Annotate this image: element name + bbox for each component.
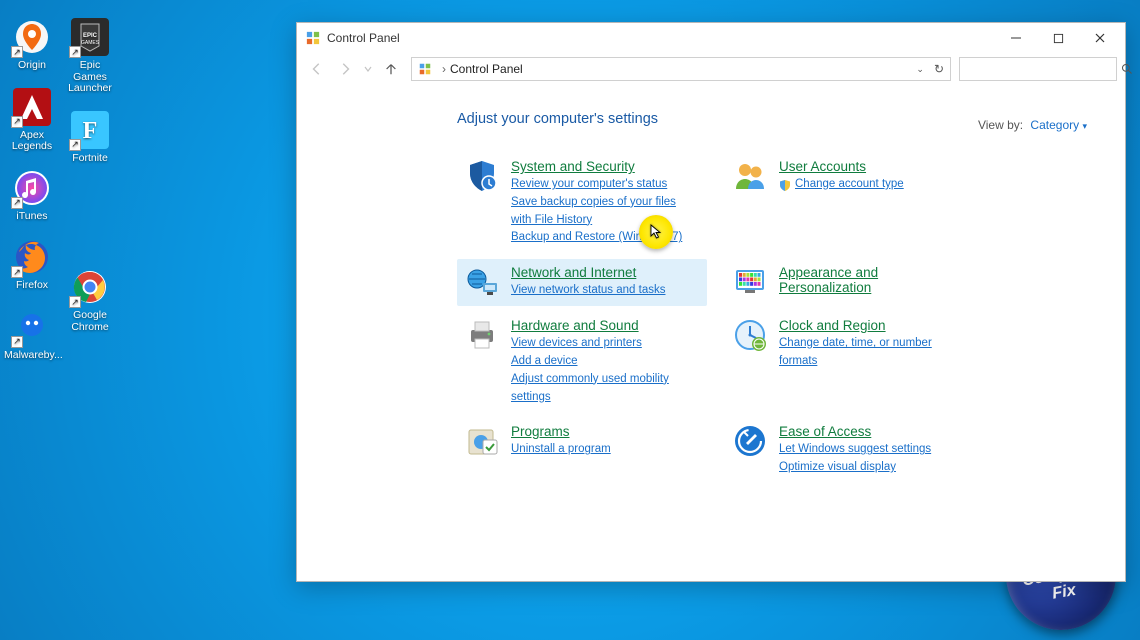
address-text: Control Panel xyxy=(450,62,523,76)
category-link[interactable]: Optimize visual display xyxy=(779,459,931,477)
svg-text:F: F xyxy=(83,118,98,144)
titlebar: Control Panel xyxy=(297,23,1125,53)
desktop-icon-label: Origin xyxy=(18,60,46,72)
category-title[interactable]: User Accounts xyxy=(779,159,904,174)
shortcut-arrow-icon: ↗ xyxy=(69,296,81,308)
desktop-icon-mbam[interactable]: ↗ Malwareby... xyxy=(4,308,60,362)
category-title[interactable]: Appearance and Personalization xyxy=(779,265,967,295)
window-title: Control Panel xyxy=(327,31,400,45)
shortcut-arrow-icon: ↗ xyxy=(11,336,23,348)
category-link[interactable]: Adjust commonly used mobility settings xyxy=(511,371,699,407)
category-users[interactable]: User Accounts Change account type xyxy=(725,153,975,253)
category-programs[interactable]: Programs Uninstall a program xyxy=(457,418,707,483)
nav-recent-button[interactable] xyxy=(361,57,375,81)
desktop-icon-itunes[interactable]: ↗ iTunes xyxy=(4,169,60,223)
search-input[interactable] xyxy=(966,62,1121,76)
category-title[interactable]: Hardware and Sound xyxy=(511,318,699,333)
svg-text:GAMES: GAMES xyxy=(81,40,100,46)
clock-icon xyxy=(733,318,767,352)
shortcut-arrow-icon: ↗ xyxy=(69,46,81,58)
category-title[interactable]: Programs xyxy=(511,424,611,439)
printer-icon xyxy=(465,318,499,352)
category-clock[interactable]: Clock and Region Change date, time, or n… xyxy=(725,312,975,412)
shortcut-arrow-icon: ↗ xyxy=(69,139,81,151)
shortcut-arrow-icon: ↗ xyxy=(11,46,23,58)
category-title[interactable]: System and Security xyxy=(511,159,699,174)
shortcut-arrow-icon: ↗ xyxy=(11,197,23,209)
minimize-button[interactable] xyxy=(995,24,1037,52)
desktop-icon-label: Epic Games Launcher xyxy=(62,60,118,95)
nav-back-button[interactable] xyxy=(305,57,329,81)
address-bar[interactable]: › Control Panel ⌄ ↻ xyxy=(411,57,951,81)
desktop-icon-label: Fortnite xyxy=(72,153,108,165)
chevron-down-icon: ▾ xyxy=(1082,121,1087,131)
desktop-icon-label: Apex Legends xyxy=(4,130,60,153)
desktop-icon-origin[interactable]: ↗ Origin xyxy=(4,18,60,72)
category-link[interactable]: Review your computer's status xyxy=(511,176,699,194)
chevron-right-icon: › xyxy=(442,62,446,76)
desktop-icon-label: iTunes xyxy=(16,211,47,223)
category-appearance[interactable]: Appearance and Personalization xyxy=(725,259,975,306)
address-icon xyxy=(418,62,432,76)
category-link[interactable]: Add a device xyxy=(511,353,699,371)
category-link[interactable]: View network status and tasks xyxy=(511,282,665,300)
svg-text:EPIC: EPIC xyxy=(83,33,98,39)
shortcut-arrow-icon: ↗ xyxy=(11,266,23,278)
control-panel-icon xyxy=(305,30,321,46)
category-link[interactable]: Let Windows suggest settings xyxy=(779,441,931,459)
network-icon xyxy=(465,265,499,299)
nav-up-button[interactable] xyxy=(379,57,403,81)
desktop-icon-label: Malwareby... xyxy=(4,350,60,362)
desktop-icon-epic[interactable]: EPICGAMES↗ Epic Games Launcher xyxy=(62,18,118,95)
viewby-value[interactable]: Category xyxy=(1030,118,1079,132)
cursor-highlight xyxy=(639,215,673,249)
viewby-label: View by: xyxy=(978,118,1023,132)
shield-icon xyxy=(465,159,499,193)
search-icon[interactable] xyxy=(1121,63,1133,75)
category-title[interactable]: Network and Internet xyxy=(511,265,665,280)
category-title[interactable]: Clock and Region xyxy=(779,318,967,333)
shortcut-arrow-icon: ↗ xyxy=(11,116,23,128)
address-dropdown-icon[interactable]: ⌄ xyxy=(916,64,924,75)
refresh-icon[interactable]: ↻ xyxy=(934,62,944,76)
desktop-icon-label: Firefox xyxy=(16,280,48,292)
category-link[interactable]: Uninstall a program xyxy=(511,441,611,459)
view-by-picker[interactable]: View by: Category ▾ xyxy=(978,118,1087,132)
search-box[interactable] xyxy=(959,57,1117,81)
maximize-button[interactable] xyxy=(1037,24,1079,52)
control-panel-body: Adjust your computer's settings View by:… xyxy=(297,85,1125,581)
desktop-icon-apex[interactable]: ↗ Apex Legends xyxy=(4,88,60,153)
category-ease[interactable]: Ease of Access Let Windows suggest setti… xyxy=(725,418,975,483)
category-printer[interactable]: Hardware and Sound View devices and prin… xyxy=(457,312,707,412)
category-network[interactable]: Network and Internet View network status… xyxy=(457,259,707,306)
category-link[interactable]: Change date, time, or number formats xyxy=(779,335,967,371)
control-panel-window: Control Panel › Control Pa xyxy=(296,22,1126,582)
appearance-icon xyxy=(733,265,767,299)
desktop-icon-fortnite[interactable]: F↗ Fortnite xyxy=(62,111,118,165)
category-link[interactable]: Change account type xyxy=(779,176,904,194)
desktop-icon-chrome[interactable]: ↗ Google Chrome xyxy=(62,268,118,333)
uac-shield-icon xyxy=(779,179,791,191)
users-icon xyxy=(733,159,767,193)
nav-strip: › Control Panel ⌄ ↻ xyxy=(297,53,1125,85)
category-title[interactable]: Ease of Access xyxy=(779,424,931,439)
close-button[interactable] xyxy=(1079,24,1121,52)
ease-icon xyxy=(733,424,767,458)
category-link[interactable]: View devices and printers xyxy=(511,335,699,353)
desktop-icon-firefox[interactable]: ↗ Firefox xyxy=(4,238,60,292)
programs-icon xyxy=(465,424,499,458)
desktop-icon-label: Google Chrome xyxy=(62,310,118,333)
nav-forward-button[interactable] xyxy=(333,57,357,81)
